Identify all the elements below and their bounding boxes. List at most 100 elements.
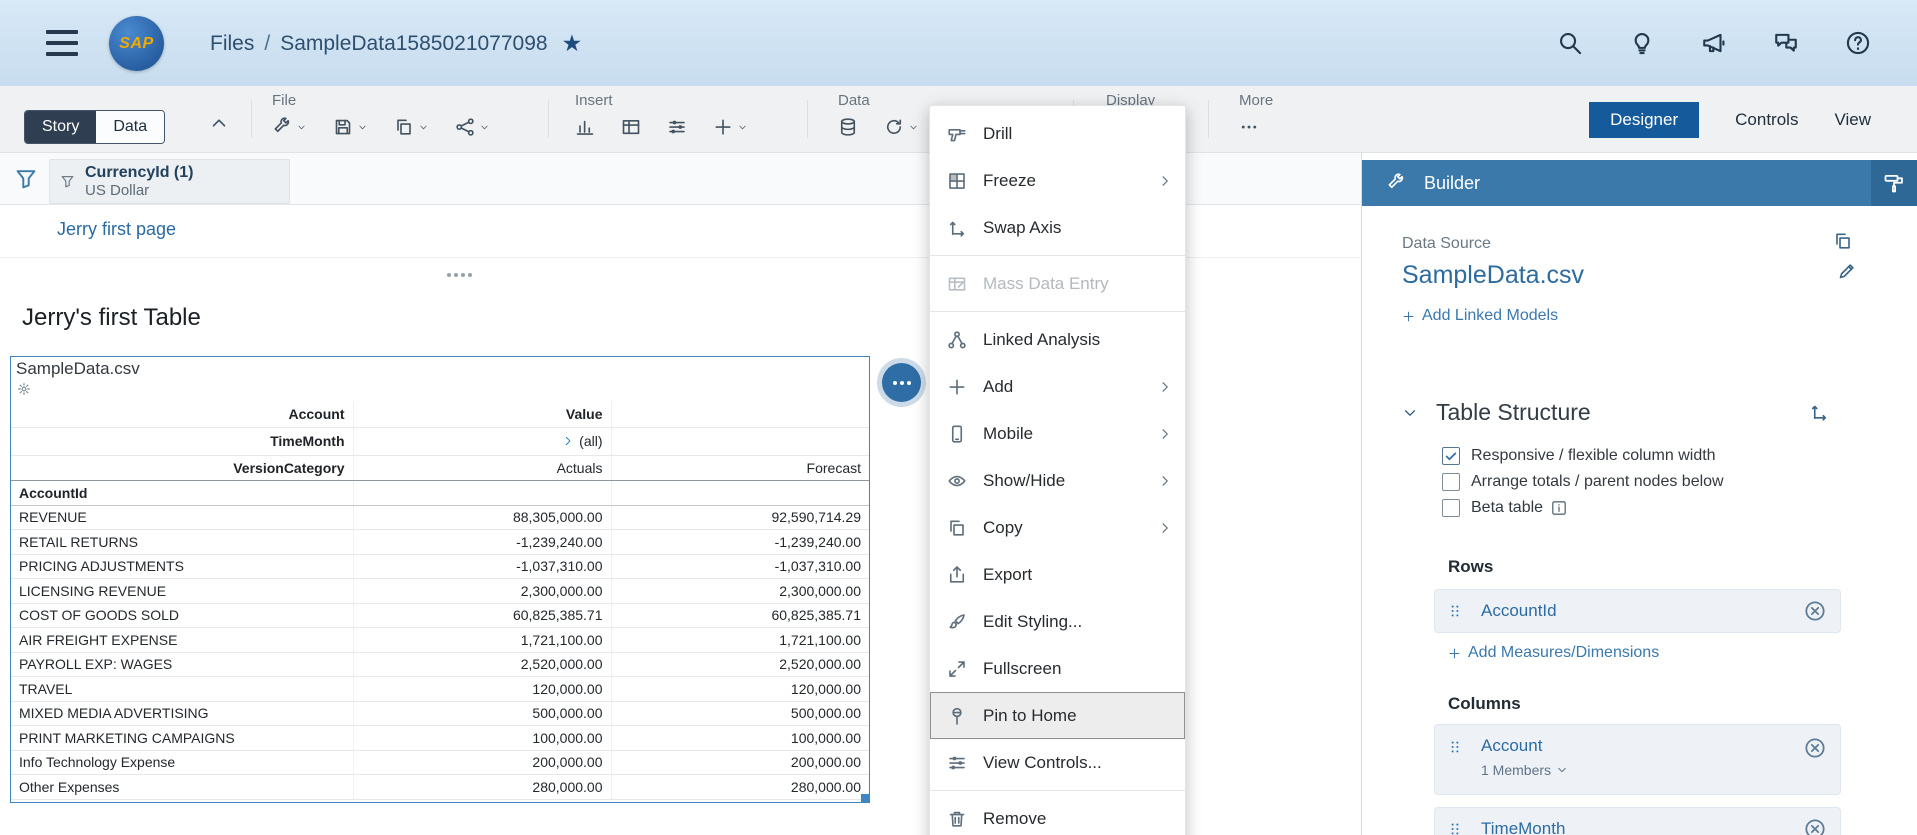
checkbox-box[interactable]	[1442, 447, 1460, 465]
filter-adjust-button[interactable]	[667, 117, 687, 137]
table-row[interactable]: TRAVEL 120,000.00 120,000.00	[11, 676, 869, 702]
overflow-button[interactable]	[1239, 117, 1259, 137]
table-row[interactable]: PAYROLL EXP: WAGES 2,520,000.00 2,520,000.…	[11, 652, 869, 677]
mode-tab-controls[interactable]: Controls	[1735, 110, 1798, 130]
announcements-button[interactable]	[1701, 30, 1727, 56]
menu-item-mobile[interactable]: Mobile	[930, 410, 1185, 457]
close-circle-icon[interactable]	[1804, 818, 1826, 835]
data-source-name[interactable]: SampleData.csv	[1402, 261, 1584, 290]
table-row[interactable]: PRINT MARKETING CAMPAIGNS 100,000.00 100,0…	[11, 725, 869, 751]
gear-icon[interactable]	[17, 382, 31, 396]
mobile-icon	[947, 424, 967, 444]
section-collapse-chevron-icon[interactable]	[1402, 405, 1418, 421]
table-row[interactable]: Other Expenses 280,000.00 280,000.00	[11, 774, 869, 800]
drag-handle-icon[interactable]	[1447, 603, 1463, 619]
table-button[interactable]	[621, 117, 641, 137]
table-row[interactable]: AIR FREIGHT EXPENSE 1,721,100.00 1,721,100…	[11, 627, 869, 653]
share-button[interactable]	[455, 117, 490, 137]
page-tab-jerry-first-page[interactable]: Jerry first page	[57, 219, 176, 240]
edit-pencil-icon[interactable]	[1837, 261, 1857, 281]
copy-button[interactable]	[394, 117, 429, 137]
save-button[interactable]	[333, 117, 368, 137]
table-row[interactable]: REVENUE 88,305,000.00 92,590,714.29	[11, 505, 869, 530]
menu-item-copy[interactable]: Copy	[930, 504, 1185, 551]
menu-item-view-controls[interactable]: View Controls...	[930, 739, 1185, 786]
menu-item-mass-data-entry[interactable]: Mass Data Entry	[930, 260, 1185, 307]
checkbox-box[interactable]	[1442, 473, 1460, 491]
menu-item-fullscreen[interactable]: Fullscreen	[930, 645, 1185, 692]
checkbox-responsive-flexible-column-width[interactable]: Responsive / flexible column width	[1442, 447, 1724, 465]
resize-handle[interactable]	[861, 794, 870, 803]
refresh-icon	[884, 117, 904, 137]
search-button[interactable]	[1557, 30, 1583, 56]
checkbox-box[interactable]	[1442, 499, 1460, 517]
data-tab[interactable]: Data	[96, 111, 165, 143]
help-button[interactable]	[1845, 30, 1871, 56]
plus-button[interactable]	[713, 117, 748, 137]
mode-tab-designer[interactable]: Designer	[1589, 101, 1700, 138]
columns-chip-account[interactable]: Account 1 Members	[1434, 724, 1841, 795]
favorite-star-icon[interactable]: ★	[562, 30, 583, 57]
rows-chip-accountid[interactable]: AccountId	[1434, 589, 1841, 633]
copy-icon	[947, 518, 967, 538]
funnel-icon	[60, 174, 75, 189]
refresh-button[interactable]	[884, 117, 919, 137]
breadcrumb-files-link[interactable]: Files	[210, 32, 254, 56]
styling-panel-button[interactable]	[1871, 160, 1917, 206]
collapse-toolbar-button[interactable]	[209, 113, 229, 133]
table-row[interactable]: COST OF GOODS SOLD 60,825,385.71 60,825,38…	[11, 603, 869, 628]
duplicate-icon[interactable]	[1833, 231, 1853, 251]
hamburger-menu-button[interactable]	[46, 30, 78, 56]
menu-item-swap-axis[interactable]: Swap Axis	[930, 204, 1185, 251]
menu-item-add[interactable]: Add	[930, 363, 1185, 410]
menu-item-drill[interactable]: Drill	[930, 110, 1185, 157]
table-row[interactable]: RETAIL RETURNS -1,239,240.00 -1,239,240.00	[11, 529, 869, 555]
empty-cell	[611, 427, 869, 456]
chart-button[interactable]	[575, 117, 595, 137]
close-circle-icon[interactable]	[1804, 737, 1826, 759]
menu-item-show-hide[interactable]: Show/Hide	[930, 457, 1185, 504]
close-circle-icon[interactable]	[1804, 600, 1826, 622]
menu-item-remove[interactable]: Remove	[930, 795, 1185, 835]
notifications-button[interactable]	[1629, 30, 1655, 56]
checkbox-beta-table[interactable]: Beta table	[1442, 499, 1724, 517]
filter-chip-currencyid[interactable]: CurrencyId (1) US Dollar	[49, 159, 290, 204]
menu-item-freeze[interactable]: Freeze	[930, 157, 1185, 204]
add-measures-dimensions-link[interactable]: Add Measures/Dimensions	[1448, 644, 1659, 662]
drag-handle-icon[interactable]	[1447, 821, 1463, 835]
toolbar-separator	[807, 100, 808, 138]
mode-tab-view[interactable]: View	[1834, 110, 1871, 130]
discussions-button[interactable]	[1773, 30, 1799, 56]
menu-item-label: Mass Data Entry	[983, 273, 1109, 293]
plus-icon	[1448, 647, 1461, 660]
columns-section-label: Columns	[1448, 694, 1521, 713]
columns-chip-timemonth[interactable]: TimeMonth	[1434, 807, 1841, 835]
table-widget[interactable]: SampleData.csv Account Value TimeMonth (…	[10, 356, 870, 803]
menu-item-pin-to-home[interactable]: Pin to Home	[930, 692, 1185, 739]
menu-item-linked-analysis[interactable]: Linked Analysis	[930, 316, 1185, 363]
swap-axis-icon[interactable]	[1809, 402, 1829, 422]
chip-members-expander[interactable]: 1 Members	[1481, 762, 1568, 778]
table-row[interactable]: Info Technology Expense 200,000.00 200,000…	[11, 750, 869, 775]
database-button[interactable]	[838, 117, 858, 137]
expand-icon[interactable]	[562, 435, 574, 447]
forecast-cell: 120,000.00	[611, 676, 869, 702]
tools-button[interactable]	[272, 117, 307, 137]
add-linked-models-link[interactable]: Add Linked Models	[1402, 307, 1558, 325]
widget-more-actions-button[interactable]	[882, 363, 921, 402]
filter-panel-toggle-button[interactable]	[14, 167, 38, 191]
info-icon[interactable]	[1551, 500, 1567, 516]
checkbox-arrange-totals-parent-nodes-below[interactable]: Arrange totals / parent nodes below	[1442, 473, 1724, 491]
table-row[interactable]: LICENSING REVENUE 2,300,000.00 2,300,000.0…	[11, 578, 869, 604]
drag-handle-icon[interactable]	[1447, 739, 1463, 755]
widget-drag-handle[interactable]	[444, 270, 475, 280]
menu-item-export[interactable]: Export	[930, 551, 1185, 598]
menu-item-edit-styling[interactable]: Edit Styling...	[930, 598, 1185, 645]
time-month-value-cell[interactable]: (all)	[353, 427, 612, 456]
pin-icon	[947, 706, 967, 726]
sap-logo: SAP	[109, 16, 164, 71]
story-tab[interactable]: Story	[25, 111, 97, 143]
table-row[interactable]: PRICING ADJUSTMENTS -1,037,310.00 -1,037,3…	[11, 554, 869, 579]
table-row[interactable]: MIXED MEDIA ADVERTISING 500,000.00 500,000…	[11, 701, 869, 726]
actuals-cell: 500,000.00	[353, 701, 612, 726]
